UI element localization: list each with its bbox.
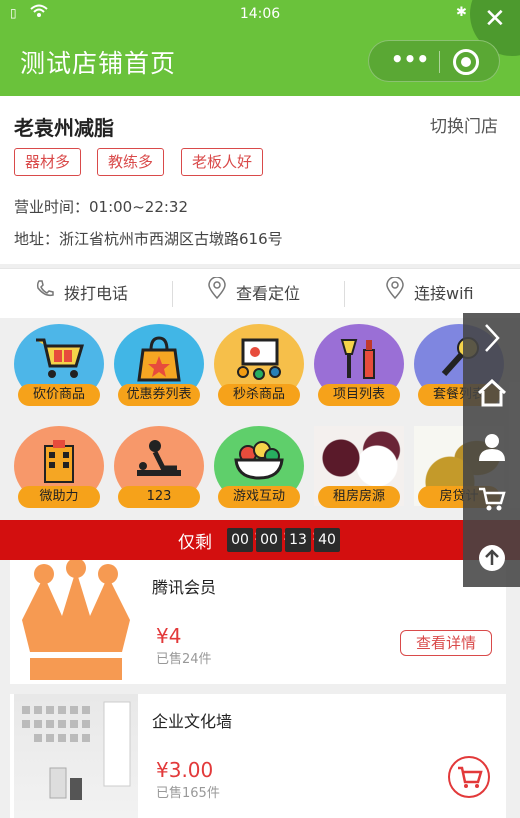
countdown-label: 仅剩 (178, 533, 212, 553)
arrow-up-icon[interactable] (463, 543, 520, 577)
grid-item-flash-sale[interactable]: 秒杀商品 (214, 320, 304, 410)
countdown-seconds: 13 (285, 528, 311, 552)
store-tag: 教练多 (97, 148, 165, 176)
view-location-button[interactable]: 查看定位 (206, 269, 300, 319)
hotel-icon (14, 438, 104, 493)
countdown-fraction: 40 (314, 528, 340, 552)
store-tag: 老板人好 (181, 148, 264, 176)
countdown-hours: 00 (227, 528, 253, 552)
massage-icon (114, 438, 204, 493)
phone-icon (34, 269, 56, 319)
grid-item-rental[interactable]: 租房房源 (314, 422, 404, 512)
store-address: 地址：浙江省杭州市西湖区古墩路616号 (14, 230, 283, 248)
grid-item-label: 租房房源 (318, 486, 400, 508)
capsule-menu: ••• (368, 40, 500, 82)
navigation-bar: ▯ 14:06 ✱ ✕ 测试店铺首页 ••• (0, 0, 520, 96)
floating-side-panel (463, 313, 520, 587)
product-price: ¥3.00 (156, 758, 214, 782)
grid-item-label: 秒杀商品 (218, 384, 300, 406)
feature-grid: 砍价商品 优惠券列表 秒杀商品 项目列表 套餐列表 微助力 123 游戏互动 租… (0, 318, 520, 520)
grid-item-bargain[interactable]: 砍价商品 (14, 320, 104, 410)
shopping-bag-icon (114, 336, 204, 391)
action-divider (344, 281, 345, 307)
countdown-minutes: 00 (256, 528, 282, 552)
product-sold-count: 已售24件 (156, 652, 212, 667)
status-bar: ▯ 14:06 ✱ (0, 0, 520, 28)
mini-program-page: ▯ 14:06 ✱ ✕ 测试店铺首页 ••• 老袁州减脂 切换门店 器材多 教练… (0, 0, 520, 818)
action-divider (172, 281, 173, 307)
connect-wifi-button[interactable]: 连接wifi (384, 269, 474, 319)
crown-icon (14, 558, 138, 684)
grid-item-label: 123 (118, 486, 200, 508)
product-sold-count: 已售165件 (156, 786, 220, 801)
connect-wifi-label: 连接wifi (414, 284, 474, 303)
view-details-button[interactable]: 查看详情 (400, 630, 492, 656)
grid-item-label: 项目列表 (318, 384, 400, 406)
chevron-right-icon[interactable] (463, 323, 520, 357)
grid-item-label: 优惠券列表 (118, 384, 200, 406)
product-price: ¥4 (156, 624, 182, 648)
location-pin-icon (384, 269, 406, 319)
home-icon[interactable] (463, 378, 520, 411)
grid-item-123[interactable]: 123 (114, 422, 204, 512)
product-card[interactable]: 腾讯会员 ¥4 已售24件 查看详情 (10, 558, 506, 684)
product-title: 企业文化墙 (152, 712, 233, 731)
status-time: 14:06 (239, 6, 281, 22)
product-card[interactable]: 企业文化墙 ¥3.00 已售165件 (10, 694, 506, 818)
view-location-label: 查看定位 (236, 284, 301, 303)
grid-item-coupons[interactable]: 优惠券列表 (114, 320, 204, 410)
grid-item-label: 游戏互动 (218, 486, 300, 508)
add-to-cart-button[interactable] (448, 756, 490, 798)
store-tag: 器材多 (14, 148, 82, 176)
more-dots-icon[interactable]: ••• (387, 49, 433, 73)
location-pin-icon (206, 269, 228, 319)
capsule-divider (439, 51, 440, 73)
switch-store-link[interactable]: 切换门店 (430, 112, 498, 137)
grid-item-label: 微助力 (18, 486, 100, 508)
grid-item-projects[interactable]: 项目列表 (314, 320, 404, 410)
grid-item-label: 砍价商品 (18, 384, 100, 406)
cart-icon[interactable] (463, 485, 520, 517)
shopping-cart-icon (14, 336, 104, 389)
call-phone-button[interactable]: 拨打电话 (34, 269, 128, 319)
page-title: 测试店铺首页 (20, 49, 177, 78)
exit-target-icon[interactable] (453, 49, 479, 75)
product-title: 腾讯会员 (152, 578, 217, 597)
close-icon[interactable]: ✕ (484, 6, 506, 32)
makeup-icon (314, 336, 404, 391)
store-name: 老袁州减脂 (14, 116, 114, 140)
flash-sale-countdown: 仅剩 00 : 00 : 13 : 40 (0, 520, 520, 560)
grid-item-assist[interactable]: 微助力 (14, 422, 104, 512)
bluetooth-icon: ✱ (456, 5, 467, 20)
grid-item-game[interactable]: 游戏互动 (214, 422, 304, 512)
culture-wall-photo (14, 694, 138, 818)
store-hours: 营业时间：01:00~22:32 (14, 198, 189, 216)
presentation-icon (214, 336, 304, 391)
call-phone-label: 拨打电话 (64, 284, 129, 303)
user-icon[interactable] (463, 431, 520, 467)
fruit-bowl-icon (214, 438, 304, 491)
store-actions-row: 拨打电话 查看定位 连接wifi (0, 268, 520, 318)
